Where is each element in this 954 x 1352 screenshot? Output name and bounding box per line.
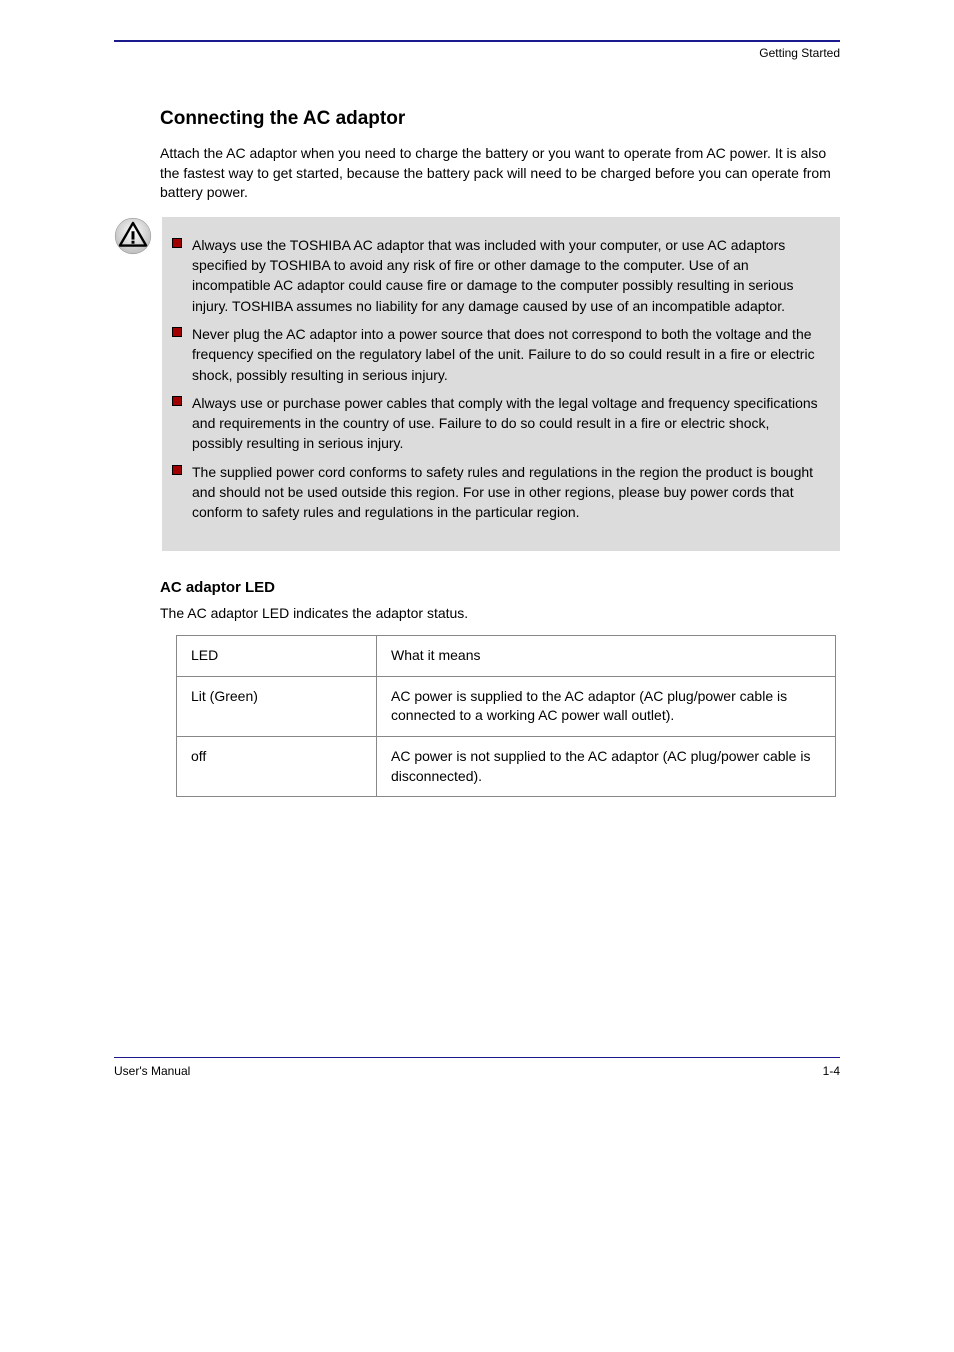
section-title: Connecting the AC adaptor (160, 108, 840, 130)
table-row: LED What it means (177, 636, 836, 677)
square-bullet-icon (172, 327, 182, 337)
table-cell: AC power is not supplied to the AC adapt… (377, 737, 836, 797)
warning-callout: Always use the TOSHIBA AC adaptor that w… (114, 217, 840, 551)
header-rule (114, 40, 840, 42)
warning-text: Always use the TOSHIBA AC adaptor that w… (192, 235, 822, 316)
table-row: Lit (Green) AC power is supplied to the … (177, 676, 836, 736)
section-intro: Attach the AC adaptor when you need to c… (160, 144, 840, 203)
table-cell: What it means (377, 636, 836, 677)
footer-right: 1-4 (823, 1064, 840, 1078)
square-bullet-icon (172, 238, 182, 248)
warning-item: The supplied power cord conforms to safe… (172, 462, 822, 523)
page: Getting Started Connecting the AC adapto… (0, 0, 954, 1118)
table-cell: Lit (Green) (177, 676, 377, 736)
subtext: The AC adaptor LED indicates the adaptor… (160, 604, 840, 624)
subheading: AC adaptor LED (160, 579, 840, 596)
footer-left: User's Manual (114, 1064, 190, 1078)
square-bullet-icon (172, 465, 182, 475)
footer: User's Manual 1-4 (114, 1064, 840, 1078)
table-cell: AC power is supplied to the AC adaptor (… (377, 676, 836, 736)
warning-text: The supplied power cord conforms to safe… (192, 462, 822, 523)
square-bullet-icon (172, 396, 182, 406)
table-row: off AC power is not supplied to the AC a… (177, 737, 836, 797)
warning-text: Never plug the AC adaptor into a power s… (192, 324, 822, 385)
table-cell: LED (177, 636, 377, 677)
led-table: LED What it means Lit (Green) AC power i… (176, 635, 836, 797)
warning-item: Always use the TOSHIBA AC adaptor that w… (172, 235, 822, 316)
warning-item: Always use or purchase power cables that… (172, 393, 822, 454)
header-label: Getting Started (114, 46, 840, 60)
table-cell: off (177, 737, 377, 797)
warning-box: Always use the TOSHIBA AC adaptor that w… (162, 217, 840, 551)
warning-icon (114, 217, 152, 255)
footer-rule (114, 1057, 840, 1058)
warning-item: Never plug the AC adaptor into a power s… (172, 324, 822, 385)
warning-text: Always use or purchase power cables that… (192, 393, 822, 454)
